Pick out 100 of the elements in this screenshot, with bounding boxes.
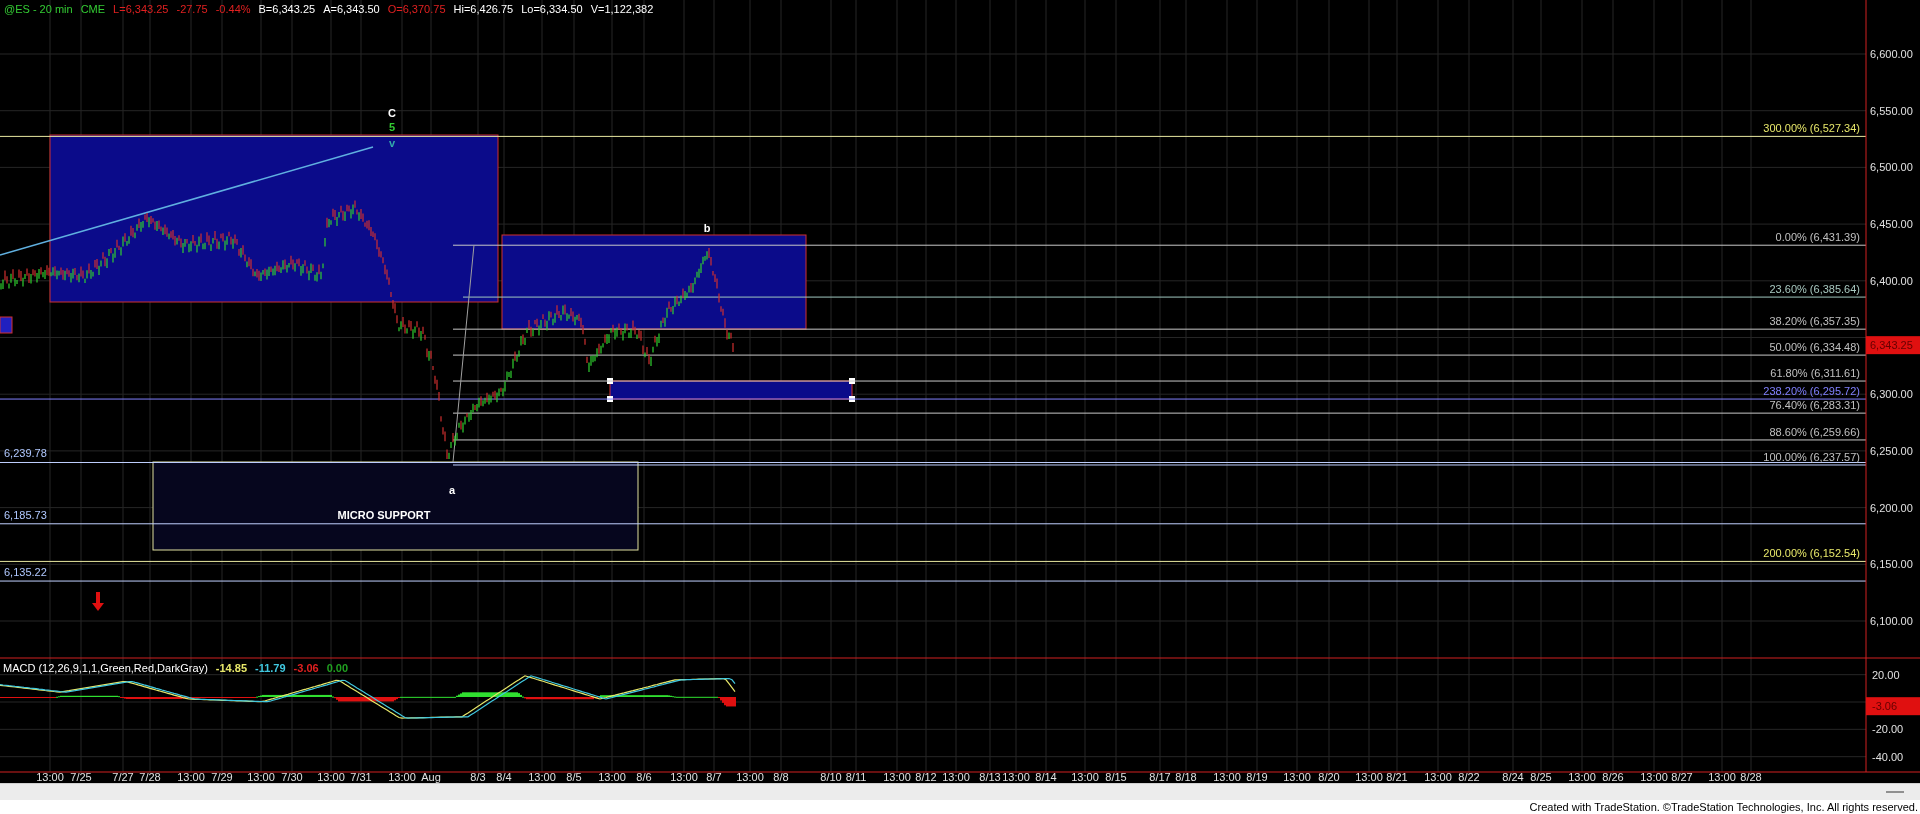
time-axis-label: 7/25: [70, 771, 92, 783]
macd-value: -11.79: [255, 662, 286, 674]
time-axis-label: 13:00: [1708, 771, 1736, 783]
time-axis-label: 13:00: [1071, 771, 1099, 783]
price-axis-label: 6,200.00: [1870, 501, 1913, 514]
fib-level-label: 61.80% (6,311.61): [1770, 367, 1860, 380]
price-axis-label: 6,600.00: [1870, 48, 1913, 60]
fib-level-label: 50.00% (6,334.48): [1769, 341, 1860, 354]
quote-field: -27.75: [176, 3, 208, 15]
quote-field: Hi=6,426.75: [453, 3, 514, 15]
quote-field: L=6,343.25: [113, 3, 169, 15]
time-axis-label: 13:00: [942, 771, 970, 783]
wave-label: C: [388, 107, 396, 119]
fib-level-label: 100.00% (6,237.57): [1763, 451, 1860, 463]
time-axis-label: 8/21: [1386, 771, 1408, 783]
time-axis-label: 8/17: [1149, 771, 1171, 783]
time-axis-label: 13:00: [388, 771, 416, 783]
price-level-label: 6,239.78: [4, 447, 47, 459]
copyright-text: Created with TradeStation. ©TradeStation Technologies, Inc. All rights reserved.: [1529, 801, 1918, 813]
time-axis-label: 7/28: [139, 771, 161, 783]
time-axis-label: 13:00: [883, 771, 911, 783]
time-axis-label: 13:00: [736, 771, 764, 783]
time-axis-label: 8/14: [1035, 771, 1057, 783]
time-axis-label: 13:00: [670, 771, 698, 783]
macd-axis-label: 20.00: [1872, 668, 1900, 681]
time-axis-label: 8/6: [636, 771, 652, 783]
time-axis-label: 13:00: [1424, 771, 1452, 783]
price-axis-label: 6,550.00: [1870, 104, 1913, 117]
quote-field: -0.44%: [215, 3, 251, 15]
fib-level-label: 23.60% (6,385.64): [1769, 283, 1860, 296]
time-axis-label: 8/28: [1740, 771, 1762, 783]
price-axis-label: 6,500.00: [1870, 161, 1913, 174]
quote-field: @ES - 20 min: [4, 3, 73, 15]
time-axis-label: Aug: [421, 771, 441, 783]
time-axis-label: 8/13: [979, 771, 1001, 783]
time-axis-label: 8/18: [1175, 771, 1197, 783]
quote-field: V=1,122,382: [590, 3, 654, 15]
macd-axis-label: -20.00: [1872, 723, 1904, 736]
macd-value: -14.85: [215, 662, 247, 674]
time-axis-label: 8/12: [915, 771, 937, 783]
fib-level-label: 200.00% (6,152.54): [1763, 547, 1860, 560]
time-axis-label: 13:00: [317, 771, 345, 783]
time-axis-label: 8/10: [820, 771, 842, 783]
fib-level-label: 88.60% (6,259.66): [1769, 425, 1860, 438]
time-axis-label: 13:00: [36, 771, 64, 783]
time-axis-label: 8/27: [1671, 771, 1693, 783]
time-axis-label: 13:00: [598, 771, 626, 783]
time-axis-label: 8/22: [1458, 771, 1480, 783]
fib-level-label: 0.00% (6,431.39): [1775, 231, 1860, 244]
macd-value: 0.00: [326, 662, 349, 674]
time-axis-label: 7/31: [350, 771, 372, 783]
time-axis-label: 7/30: [281, 771, 303, 783]
price-axis-label: 6,150.00: [1870, 558, 1913, 571]
macd-value: -3.06: [293, 662, 319, 674]
price-axis-label: 6,250.00: [1870, 444, 1913, 457]
wave-label: a: [448, 484, 456, 496]
time-axis-label: 8/19: [1246, 771, 1268, 783]
time-axis-label: 8/26: [1602, 771, 1624, 783]
quote-field: Lo=6,334.50: [521, 3, 583, 15]
time-axis-label: 8/24: [1502, 771, 1524, 783]
time-axis-label: 13:00: [1355, 771, 1383, 783]
price-axis-label: 6,100.00: [1870, 615, 1913, 627]
price-level-label: 6,135.22: [4, 566, 47, 578]
time-axis-label: 13:00: [528, 771, 556, 783]
time-axis-label: 8/3: [470, 771, 486, 783]
time-axis-label: 8/5: [566, 771, 582, 783]
price-axis-label: 6,450.00: [1870, 218, 1913, 231]
quote-field: O=6,370.75: [387, 3, 446, 15]
price-axis-label: 6,400.00: [1870, 274, 1913, 287]
wave-label: 5: [388, 121, 396, 133]
time-axis-label: 8/20: [1318, 771, 1340, 783]
quote-field: B=6,343.25: [258, 3, 316, 15]
time-axis-label: 13:00: [177, 771, 205, 783]
macd-value-tag: -3.06: [1866, 697, 1920, 716]
time-axis-label: 13:00: [1002, 771, 1030, 783]
last-price-tag: 6,343.25: [1866, 336, 1920, 355]
time-axis-label: 8/7: [706, 771, 722, 783]
fib-level-label: 76.40% (6,283.31): [1769, 399, 1860, 412]
macd-title: MACD (12,26,9,1,1,Green,Red,DarkGray): [3, 662, 208, 674]
fib-level-label: 238.20% (6,295.72): [1763, 385, 1860, 398]
wave-label: v: [388, 137, 396, 149]
time-axis-label: 13:00: [1640, 771, 1668, 783]
fib-level-label: 38.20% (6,357.35): [1769, 315, 1860, 328]
time-axis-label: 13:00: [1283, 771, 1311, 783]
zone-label: MICRO SUPPORT: [337, 509, 431, 521]
time-axis-label: 8/8: [773, 771, 789, 783]
time-axis-label: 8/15: [1105, 771, 1127, 783]
time-axis-label: 13:00: [247, 771, 275, 783]
time-axis-label: 8/11: [845, 771, 867, 783]
time-axis-label: 8/25: [1530, 771, 1552, 783]
quote-field: CME: [80, 3, 106, 15]
time-axis-label: 13:00: [1568, 771, 1596, 783]
fib-level-label: 300.00% (6,527.34): [1763, 122, 1860, 135]
time-axis-label: 7/29: [211, 771, 233, 783]
wave-label: b: [703, 222, 711, 234]
time-axis-label: 7/27: [112, 771, 134, 783]
macd-axis-label: -40.00: [1872, 750, 1904, 763]
price-axis-label: 6,300.00: [1870, 388, 1913, 401]
price-level-label: 6,185.73: [4, 509, 47, 521]
time-axis-label: 8/4: [496, 771, 512, 783]
